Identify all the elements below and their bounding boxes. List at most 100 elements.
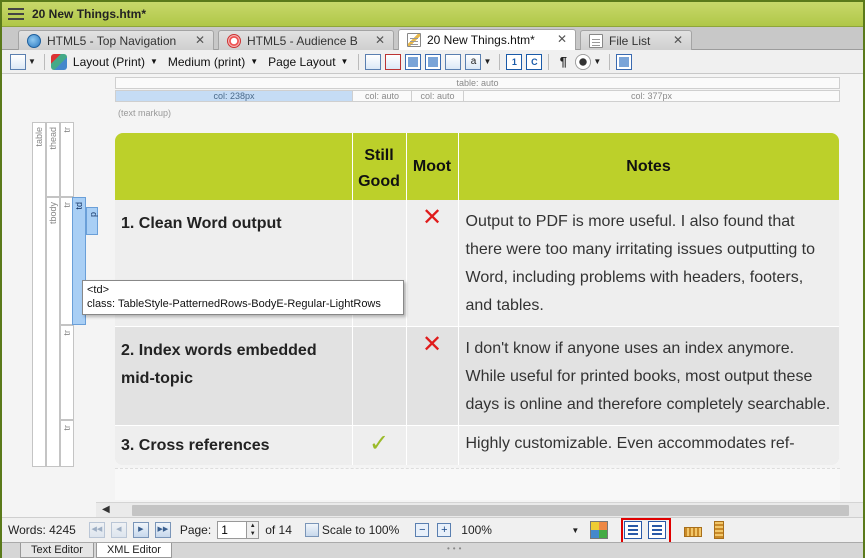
insert-variable-icon[interactable]: 1 xyxy=(506,53,523,70)
toolbar-separator xyxy=(609,53,611,70)
table-width-label[interactable]: table: auto xyxy=(115,77,840,89)
resize-grip-icon[interactable]: ••• xyxy=(447,544,464,553)
page-number-input[interactable] xyxy=(217,521,248,539)
table-row: 2. Index words embedded mid-topic ✕ I do… xyxy=(115,326,839,426)
chevron-down-icon: ▼ xyxy=(340,57,349,66)
page-label: Page: xyxy=(179,523,212,537)
close-icon[interactable]: ✕ xyxy=(557,32,567,46)
structure-bar-tr[interactable]: tr xyxy=(60,122,74,197)
table-cell-still-good[interactable] xyxy=(352,326,407,426)
hamburger-menu-icon[interactable] xyxy=(8,8,24,20)
editor-mode-tabs: Text Editor XML Editor ••• xyxy=(2,542,863,558)
vertical-ruler-icon[interactable] xyxy=(714,521,725,539)
structure-bar-label: table xyxy=(34,127,44,147)
insert-link-icon[interactable] xyxy=(616,53,633,70)
column-3-width[interactable]: col: auto xyxy=(412,90,464,102)
tab-file-list[interactable]: File List ✕ xyxy=(580,30,692,50)
layout-dropdown[interactable]: Layout (Print) ▼ xyxy=(73,55,158,69)
chevron-down-icon[interactable]: ▼ xyxy=(28,57,36,66)
check-mark-icon[interactable]: ✓ xyxy=(352,425,407,465)
structure-bar-tr[interactable]: tr xyxy=(60,420,74,467)
tab-label: 20 New Things.htm* xyxy=(427,33,535,47)
table-header-still-good[interactable]: Still Good xyxy=(352,133,407,200)
tab-html5-top-navigation[interactable]: HTML5 - Top Navigation ✕ xyxy=(18,30,214,50)
document-bottom-area xyxy=(115,468,840,500)
structure-bar-tr[interactable]: tr xyxy=(60,325,74,420)
globe-icon xyxy=(27,33,41,48)
scrollbar-thumb[interactable] xyxy=(132,505,849,516)
status-bar: Words: 4245 ◀◀ ◀ ▶ ▶▶ Page: ▲▼ of 14 Sca… xyxy=(2,517,863,542)
word-count: Words: 4245 xyxy=(8,523,76,537)
editor-window: 20 New Things.htm* HTML5 - Top Navigatio… xyxy=(0,0,865,558)
table-cell-moot[interactable] xyxy=(406,425,459,465)
text-style-icon[interactable]: a xyxy=(465,53,482,70)
horizontal-scrollbar[interactable]: ◀ xyxy=(96,502,863,517)
chevron-down-icon: ▼ xyxy=(250,57,259,66)
next-page-icon[interactable]: ▶ xyxy=(132,522,149,538)
first-page-icon[interactable]: ◀◀ xyxy=(88,522,105,538)
table-cell-item[interactable]: 3. Cross references xyxy=(115,425,353,465)
zoom-level-dropdown[interactable]: 100% ▼ xyxy=(461,523,579,537)
page-spinner[interactable]: ▲ ▼ xyxy=(247,521,260,539)
previous-page-icon[interactable]: ◀ xyxy=(110,522,127,538)
close-icon[interactable]: ✕ xyxy=(375,33,385,47)
structure-bar-label: tr xyxy=(62,425,72,431)
last-page-icon[interactable]: ▶▶ xyxy=(154,522,171,538)
table-header-notes[interactable]: Notes xyxy=(458,133,839,200)
tooltip-tag: <td> xyxy=(87,284,110,296)
eye-icon[interactable] xyxy=(575,53,592,70)
structure-bar-tbody[interactable]: tbody xyxy=(46,197,60,467)
column-1-width[interactable]: col: 238px xyxy=(115,90,353,102)
frame-layout-icon[interactable] xyxy=(425,53,442,70)
page-view-icon[interactable] xyxy=(445,53,462,70)
table-column-ruler: table: auto col: 238px col: auto col: au… xyxy=(115,77,840,102)
condition-tag-icon[interactable] xyxy=(50,53,67,70)
close-icon[interactable]: ✕ xyxy=(673,33,683,47)
scale-to-100-button[interactable]: Scale to 100% xyxy=(322,523,399,537)
structure-bar-table[interactable]: table xyxy=(32,122,46,467)
chevron-down-icon[interactable]: ▼ xyxy=(483,57,491,66)
zoom-out-icon[interactable]: − xyxy=(415,523,430,537)
table-cell-note[interactable]: Output to PDF is more useful. I also fou… xyxy=(458,200,839,327)
toolbar-separator xyxy=(548,53,550,70)
tab-20-new-things[interactable]: 20 New Things.htm* ✕ xyxy=(398,29,576,50)
structure-bar-thead[interactable]: thead xyxy=(46,122,60,197)
chevron-down-icon[interactable]: ▼ xyxy=(593,57,601,66)
remove-document-icon[interactable] xyxy=(385,53,402,70)
insert-document-icon[interactable] xyxy=(365,53,382,70)
table-cell-note[interactable]: Highly customizable. Even accommodates r… xyxy=(458,425,839,465)
page-layout-dropdown-label: Page Layout xyxy=(268,54,336,69)
tab-xml-editor[interactable]: XML Editor xyxy=(95,543,172,558)
zoom-in-icon[interactable]: + xyxy=(437,523,452,537)
structure-bar-label: td xyxy=(74,202,84,210)
table-cell-note[interactable]: I don't know if anyone uses an index any… xyxy=(458,326,839,426)
table-cell-item[interactable]: 2. Index words embedded mid-topic xyxy=(115,326,353,426)
table-header-cell[interactable] xyxy=(115,133,353,200)
tab-html5-audience-b[interactable]: HTML5 - Audience B ✕ xyxy=(218,30,394,50)
column-2-width[interactable]: col: auto xyxy=(353,90,412,102)
toolbar-separator xyxy=(358,53,360,70)
pilcrow-icon[interactable]: ¶ xyxy=(555,54,571,70)
tab-text-editor[interactable]: Text Editor xyxy=(20,543,94,558)
structure-bar-label: p xyxy=(88,212,98,218)
page-layout-dropdown[interactable]: Page Layout ▼ xyxy=(268,55,348,69)
scroll-left-arrow-icon[interactable]: ◀ xyxy=(102,504,110,515)
medium-dropdown[interactable]: Medium (print) ▼ xyxy=(168,55,258,69)
horizontal-ruler-icon[interactable] xyxy=(684,527,703,537)
document-tab-bar: HTML5 - Top Navigation ✕ HTML5 - Audienc… xyxy=(2,27,863,50)
page-count: of 14 xyxy=(265,523,292,537)
frame-view-icon[interactable] xyxy=(405,53,422,70)
structure-bar-p[interactable]: p xyxy=(86,207,98,235)
x-mark-icon[interactable]: ✕ xyxy=(406,200,459,327)
table-header-moot[interactable]: Moot xyxy=(406,133,459,200)
insert-snippet-icon[interactable]: C xyxy=(526,53,543,70)
structure-bar-label: tr xyxy=(62,127,72,133)
close-icon[interactable]: ✕ xyxy=(195,33,205,47)
x-mark-icon[interactable]: ✕ xyxy=(406,326,459,426)
preview-icon[interactable] xyxy=(10,53,26,70)
chevron-down-icon: ▼ xyxy=(149,57,158,66)
color-grid-icon[interactable] xyxy=(590,521,609,539)
table-row: 3. Cross references ✓ Highly customizabl… xyxy=(115,425,839,465)
scale-icon[interactable] xyxy=(304,523,319,537)
column-4-width[interactable]: col: 377px xyxy=(464,90,840,102)
